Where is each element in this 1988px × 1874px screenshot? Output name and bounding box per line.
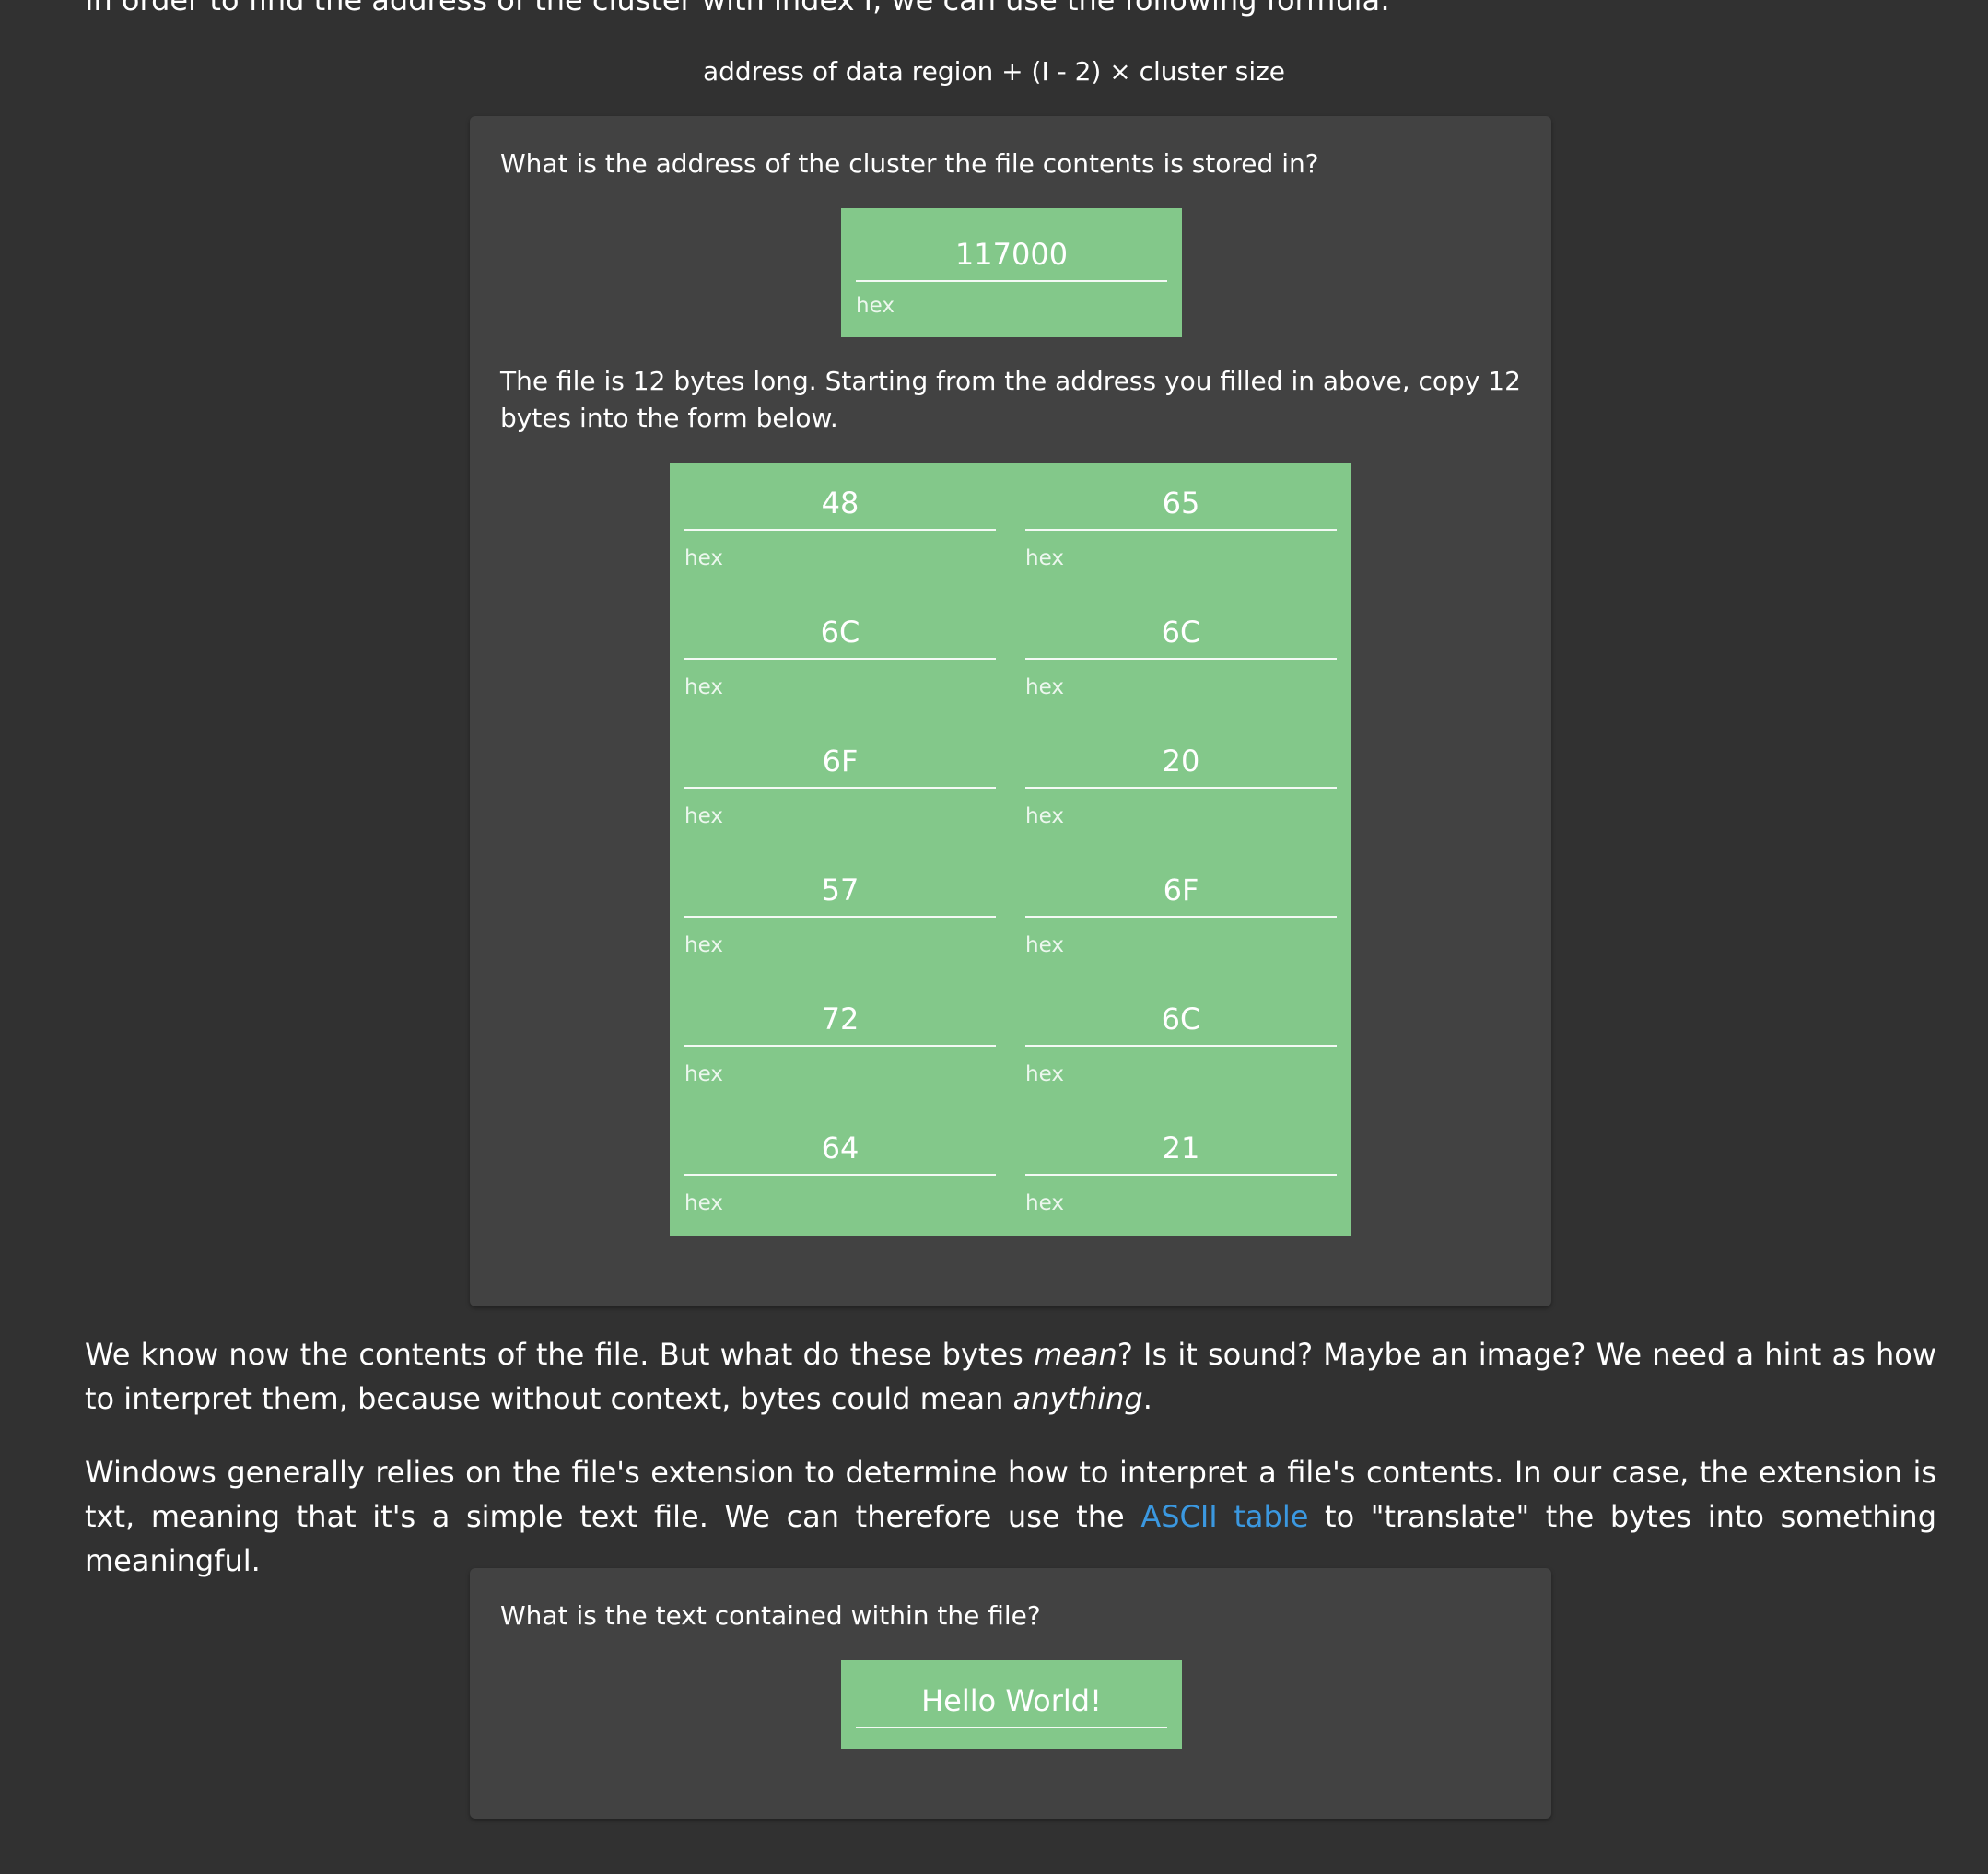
byte-field[interactable]: 64 hex bbox=[684, 1107, 996, 1236]
byte-input[interactable]: 20 bbox=[1025, 743, 1337, 789]
byte-input[interactable]: 72 bbox=[684, 1001, 996, 1047]
byte-input[interactable]: 6C bbox=[684, 614, 996, 660]
byte-input[interactable]: 65 bbox=[1025, 485, 1337, 531]
byte-label: hex bbox=[1025, 1191, 1064, 1215]
byte-label: hex bbox=[684, 804, 723, 828]
byte-field[interactable]: 57 hex bbox=[684, 849, 996, 978]
byte-field[interactable]: 21 hex bbox=[1025, 1107, 1337, 1236]
byte-input[interactable]: 21 bbox=[1025, 1130, 1337, 1176]
byte-field[interactable]: 6F hex bbox=[1025, 849, 1337, 978]
byte-label: hex bbox=[1025, 804, 1064, 828]
byte-label: hex bbox=[1025, 933, 1064, 957]
byte-input[interactable]: 6C bbox=[1025, 1001, 1337, 1047]
byte-field[interactable]: 20 hex bbox=[1025, 720, 1337, 849]
byte-input[interactable]: 48 bbox=[684, 485, 996, 531]
byte-input[interactable]: 6F bbox=[1025, 872, 1337, 918]
cluster-address-question: What is the address of the cluster the f… bbox=[500, 148, 1319, 179]
byte-input[interactable]: 6C bbox=[1025, 614, 1337, 660]
emphasis-anything: anything bbox=[1012, 1381, 1143, 1416]
bytes-form: 48 hex 65 hex 6C hex 6C hex 6F hex 20 he… bbox=[670, 463, 1351, 1236]
paragraph-meaning-part3: . bbox=[1142, 1381, 1152, 1416]
paragraph-meaning-part1: We know now the contents of the file. Bu… bbox=[85, 1337, 1035, 1372]
byte-input[interactable]: 57 bbox=[684, 872, 996, 918]
bytes-instruction: The file is 12 bytes long. Starting from… bbox=[500, 366, 1521, 433]
byte-label: hex bbox=[1025, 546, 1064, 570]
byte-field[interactable]: 6F hex bbox=[684, 720, 996, 849]
byte-input[interactable]: 64 bbox=[684, 1130, 996, 1176]
emphasis-mean: mean bbox=[1034, 1337, 1117, 1372]
cluster-address-card: What is the address of the cluster the f… bbox=[470, 116, 1551, 1306]
byte-label: hex bbox=[684, 675, 723, 699]
byte-label: hex bbox=[1025, 1062, 1064, 1086]
byte-label: hex bbox=[1025, 675, 1064, 699]
paragraph-meaning: We know now the contents of the file. Bu… bbox=[85, 1332, 1936, 1421]
cluster-address-input[interactable]: 117000 bbox=[856, 236, 1167, 282]
file-text-question: What is the text contained within the fi… bbox=[500, 1600, 1041, 1631]
byte-label: hex bbox=[684, 1191, 723, 1215]
formula: address of data region + (I - 2) × clust… bbox=[702, 56, 1286, 87]
byte-label: hex bbox=[684, 1062, 723, 1086]
ascii-table-link[interactable]: ASCII table bbox=[1140, 1499, 1308, 1534]
byte-input[interactable]: 6F bbox=[684, 743, 996, 789]
byte-field[interactable]: 72 hex bbox=[684, 978, 996, 1107]
byte-field[interactable]: 48 hex bbox=[684, 463, 996, 591]
byte-field[interactable]: 65 hex bbox=[1025, 463, 1337, 591]
cluster-address-label: hex bbox=[856, 294, 895, 318]
file-text-card: What is the text contained within the fi… bbox=[470, 1568, 1551, 1819]
byte-label: hex bbox=[684, 546, 723, 570]
file-text-input[interactable]: Hello World! bbox=[856, 1682, 1167, 1728]
paragraph-extension: Windows generally relies on the file's e… bbox=[85, 1450, 1936, 1583]
byte-field[interactable]: 6C hex bbox=[1025, 591, 1337, 720]
byte-field[interactable]: 6C hex bbox=[684, 591, 996, 720]
intro-text: In order to find the address of the clus… bbox=[85, 0, 1390, 18]
byte-label: hex bbox=[684, 933, 723, 957]
byte-field[interactable]: 6C hex bbox=[1025, 978, 1337, 1107]
file-text-field[interactable]: Hello World! bbox=[841, 1660, 1182, 1749]
cluster-address-field[interactable]: 117000 hex bbox=[841, 208, 1182, 337]
